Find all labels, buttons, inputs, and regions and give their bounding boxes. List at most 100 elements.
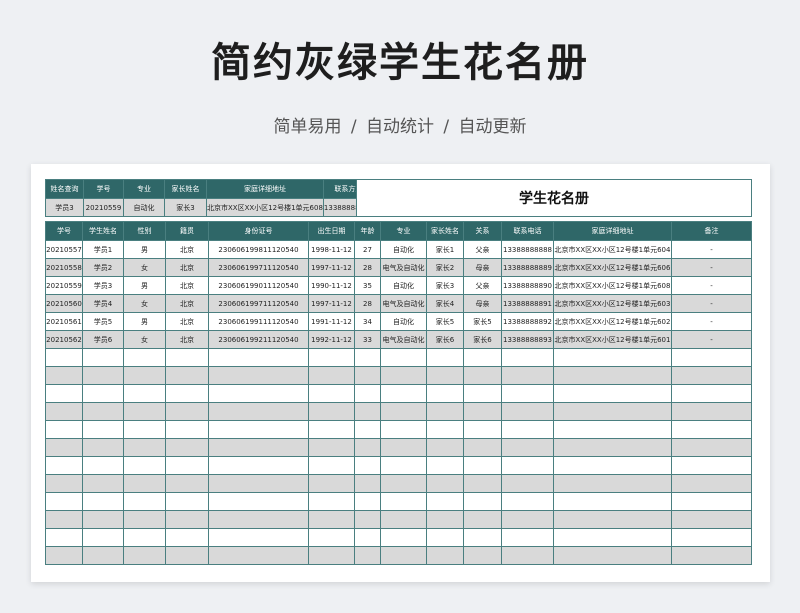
table-cell[interactable]: - (671, 330, 752, 349)
table-cell[interactable] (463, 384, 502, 403)
table-cell[interactable] (501, 402, 554, 421)
table-cell[interactable] (165, 456, 209, 475)
table-cell[interactable] (45, 402, 83, 421)
table-cell[interactable] (501, 492, 554, 511)
table-cell[interactable] (45, 348, 83, 367)
table-cell[interactable] (501, 384, 554, 403)
table-cell[interactable]: 北京 (165, 240, 209, 259)
table-cell[interactable] (380, 474, 427, 493)
table-cell[interactable] (208, 546, 309, 565)
table-cell[interactable]: 20210557 (45, 240, 83, 259)
table-cell[interactable]: 家长4 (426, 294, 464, 313)
table-cell[interactable] (308, 366, 355, 385)
table-cell[interactable] (82, 438, 124, 457)
table-cell[interactable] (671, 456, 752, 475)
table-cell[interactable]: 35 (354, 276, 381, 295)
table-cell[interactable] (123, 438, 166, 457)
table-cell[interactable] (123, 348, 166, 367)
table-cell[interactable] (671, 492, 752, 511)
table-cell[interactable] (426, 402, 464, 421)
table-cell[interactable] (501, 528, 554, 547)
table-cell[interactable]: 北京 (165, 330, 209, 349)
table-cell[interactable] (380, 348, 427, 367)
table-cell[interactable] (123, 384, 166, 403)
table-cell[interactable] (123, 510, 166, 529)
table-cell[interactable]: 北京市XX区XX小区12号楼1单元608 (553, 276, 672, 295)
table-cell[interactable]: 父亲 (463, 276, 502, 295)
table-cell[interactable] (501, 456, 554, 475)
table-cell[interactable] (553, 438, 672, 457)
table-cell[interactable]: 13388888892 (501, 312, 554, 331)
table-cell[interactable] (45, 384, 83, 403)
table-cell[interactable] (308, 420, 355, 439)
table-cell[interactable] (308, 456, 355, 475)
table-cell[interactable] (82, 510, 124, 529)
table-cell[interactable]: 北京市XX区XX小区12号楼1单元602 (553, 312, 672, 331)
table-cell[interactable] (354, 366, 381, 385)
table-cell[interactable] (671, 402, 752, 421)
table-cell[interactable] (380, 420, 427, 439)
table-cell[interactable]: 28 (354, 258, 381, 277)
table-cell[interactable]: 男 (123, 276, 166, 295)
table-cell[interactable]: 男 (123, 312, 166, 331)
table-cell[interactable]: 230606199211120540 (208, 330, 309, 349)
table-cell[interactable]: 父亲 (463, 240, 502, 259)
table-cell[interactable] (426, 492, 464, 511)
table-cell[interactable]: 27 (354, 240, 381, 259)
table-cell[interactable] (553, 456, 672, 475)
table-cell[interactable] (426, 456, 464, 475)
table-cell[interactable]: 自动化 (380, 312, 427, 331)
table-cell[interactable] (208, 420, 309, 439)
table-cell[interactable] (426, 474, 464, 493)
table-cell[interactable]: 家长6 (426, 330, 464, 349)
table-cell[interactable]: 女 (123, 258, 166, 277)
table-cell[interactable] (354, 402, 381, 421)
table-cell[interactable] (501, 474, 554, 493)
table-cell[interactable] (208, 402, 309, 421)
table-cell[interactable] (463, 474, 502, 493)
table-cell[interactable] (165, 510, 209, 529)
table-cell[interactable]: 20210561 (45, 312, 83, 331)
table-cell[interactable] (380, 456, 427, 475)
table-cell[interactable]: 北京市XX区XX小区12号楼1单元604 (553, 240, 672, 259)
table-cell[interactable] (553, 420, 672, 439)
table-cell[interactable] (354, 438, 381, 457)
table-cell[interactable]: 北京市XX区XX小区12号楼1单元606 (553, 258, 672, 277)
table-cell[interactable] (463, 528, 502, 547)
table-cell[interactable] (553, 384, 672, 403)
table-cell[interactable]: 学员2 (82, 258, 124, 277)
table-cell[interactable] (553, 348, 672, 367)
table-cell[interactable] (671, 348, 752, 367)
table-cell[interactable] (671, 420, 752, 439)
table-cell[interactable]: 母亲 (463, 294, 502, 313)
table-cell[interactable] (426, 384, 464, 403)
table-cell[interactable]: 女 (123, 294, 166, 313)
table-cell[interactable] (380, 492, 427, 511)
table-cell[interactable] (671, 384, 752, 403)
table-cell[interactable]: 1991-11-12 (308, 312, 355, 331)
table-cell[interactable] (501, 438, 554, 457)
table-cell[interactable]: 1998-11-12 (308, 240, 355, 259)
table-cell[interactable] (501, 546, 554, 565)
table-cell[interactable] (208, 366, 309, 385)
table-cell[interactable]: 学员1 (82, 240, 124, 259)
table-cell[interactable] (354, 420, 381, 439)
table-cell[interactable]: 自动化 (380, 240, 427, 259)
table-cell[interactable]: 学员3 (82, 276, 124, 295)
table-cell[interactable]: 20210559 (45, 276, 83, 295)
table-cell[interactable]: 电气及自动化 (380, 258, 427, 277)
table-cell[interactable] (165, 348, 209, 367)
table-cell[interactable]: 1997-11-12 (308, 258, 355, 277)
table-cell[interactable]: 女 (123, 330, 166, 349)
table-cell[interactable] (426, 528, 464, 547)
table-cell[interactable]: 北京市XX区XX小区12号楼1单元603 (553, 294, 672, 313)
table-cell[interactable] (208, 474, 309, 493)
table-cell[interactable] (463, 510, 502, 529)
table-cell[interactable] (553, 528, 672, 547)
table-cell[interactable] (82, 546, 124, 565)
table-cell[interactable]: 自动化 (380, 276, 427, 295)
table-cell[interactable] (501, 510, 554, 529)
table-cell[interactable]: - (671, 240, 752, 259)
table-cell[interactable] (165, 474, 209, 493)
lookup-name-input[interactable]: 学员3 (45, 198, 84, 217)
